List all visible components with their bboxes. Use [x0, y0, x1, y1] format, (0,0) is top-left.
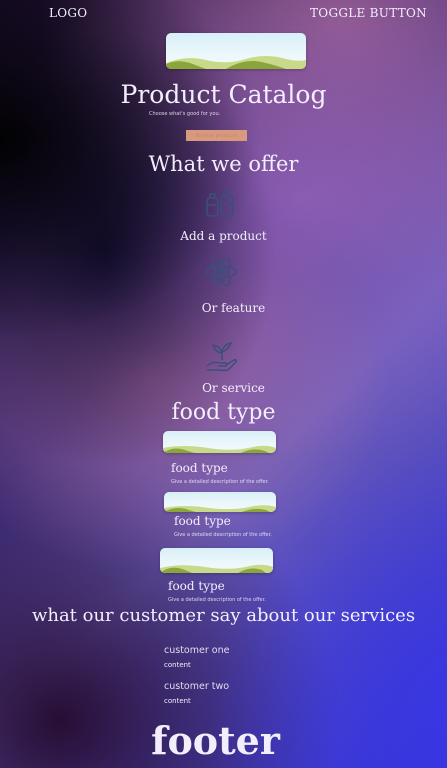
offer-item-label: Add a product — [180, 229, 267, 243]
food-card-title: food type — [174, 514, 231, 528]
hero-image — [166, 33, 306, 69]
food-card-description: Give a detailed description of the offer… — [174, 532, 272, 538]
customer-name: customer one — [164, 645, 230, 656]
food-card-image — [160, 548, 273, 573]
offer-section-title: What we offer — [148, 152, 299, 176]
customer-content: content — [164, 661, 191, 669]
bottles-icon — [203, 186, 237, 220]
footer: footer — [151, 718, 280, 763]
testimonials-title: what our customer say about our services — [31, 605, 416, 626]
food-card-description: Give a detailed description of the offer… — [171, 479, 269, 485]
customer-name: customer two — [164, 681, 230, 692]
page-subtitle: Choose what's good for you. — [149, 111, 221, 117]
logo[interactable]: LOGO — [49, 6, 87, 20]
offer-item-label: Or service — [202, 381, 265, 395]
food-card-title: food type — [168, 579, 225, 593]
food-card-title: food type — [171, 461, 228, 475]
hand-sprout-icon — [205, 340, 239, 374]
toggle-button[interactable]: TOGGLE BUTTON — [310, 6, 427, 20]
page-title: Product Catalog — [120, 80, 327, 109]
atom-icon — [204, 255, 238, 289]
food-card-description: Give a detailed description of the offer… — [168, 597, 266, 603]
food-card-image — [163, 431, 276, 453]
food-card-image — [164, 492, 276, 512]
food-section-title: food type — [171, 400, 276, 425]
offer-item-label: Or feature — [201, 301, 266, 315]
browse-products-button[interactable]: Browse products — [186, 130, 247, 141]
customer-content: content — [164, 697, 191, 705]
